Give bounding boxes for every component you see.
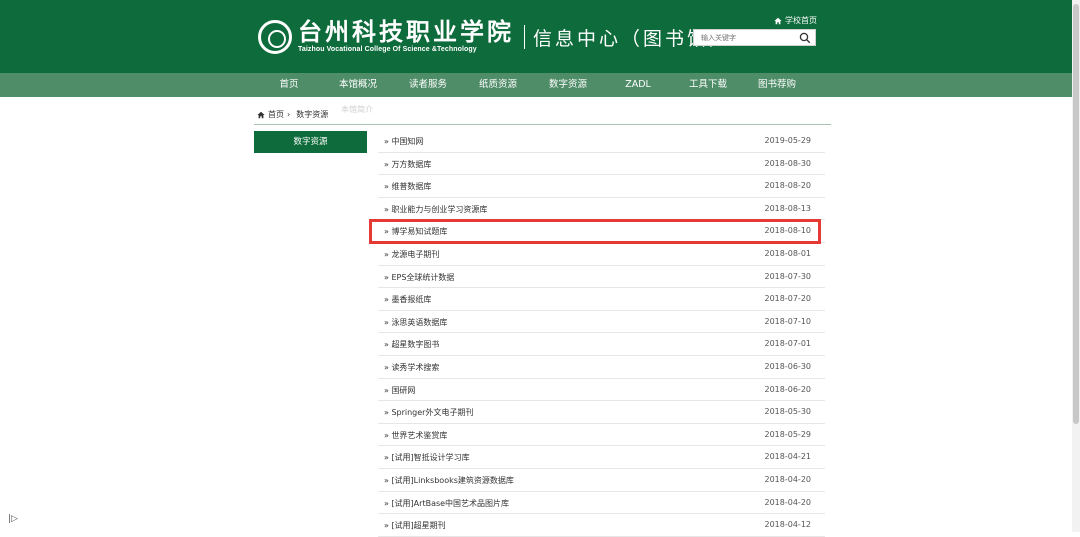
search-box bbox=[693, 29, 816, 46]
list-item-date: 2018-07-30 bbox=[764, 271, 812, 281]
logo-english-name: Taizhou Vocational College Of Science &T… bbox=[298, 46, 477, 53]
list-item-title[interactable]: » [试用]ArtBase中国艺术品图片库 bbox=[384, 498, 509, 509]
list-item-title[interactable]: » Springer外文电子期刊 bbox=[384, 407, 473, 418]
list-item[interactable]: » [试用]Linksbooks建筑资源数据库 2018-04-20 bbox=[378, 469, 825, 492]
list-item[interactable]: » 维普数据库 2018-08-20 bbox=[378, 175, 825, 198]
list-item-title[interactable]: » 万方数据库 bbox=[384, 159, 431, 170]
list-item-date: 2018-04-20 bbox=[764, 497, 812, 507]
list-item-title[interactable]: » 职业能力与创业学习资源库 bbox=[384, 204, 487, 215]
list-item-date: 2018-08-01 bbox=[764, 248, 812, 258]
list-item-title[interactable]: » [试用]超星期刊 bbox=[384, 520, 446, 531]
nav-item-print-resources[interactable]: 纸质资源 bbox=[463, 73, 533, 97]
sidebar-toggle-icon[interactable]: |▷ bbox=[8, 514, 18, 524]
nav-item-about[interactable]: 本馆概况 bbox=[323, 73, 393, 97]
list-item[interactable]: » 超星数字图书 2018-07-01 bbox=[378, 333, 825, 356]
school-home-label: 学校首页 bbox=[785, 16, 817, 25]
list-item-title[interactable]: » [试用]智抵设计学习库 bbox=[384, 452, 470, 463]
list-item-date: 2018-04-21 bbox=[764, 452, 812, 462]
list-item-title[interactable]: » 泳思英语数据库 bbox=[384, 317, 447, 328]
list-item-title[interactable]: » 世界艺术鉴赏库 bbox=[384, 430, 447, 441]
list-item-date: 2018-04-12 bbox=[764, 520, 812, 530]
logo-divider bbox=[524, 25, 525, 49]
nav-item-zadl[interactable]: ZADL bbox=[603, 73, 673, 97]
list-item[interactable]: » 万方数据库 2018-08-30 bbox=[378, 153, 825, 176]
list-item-date: 2018-08-20 bbox=[764, 181, 812, 191]
nav-item-home[interactable]: 首页 bbox=[254, 73, 324, 97]
list-item-date: 2018-04-20 bbox=[764, 474, 812, 484]
breadcrumb-ghost-text: 本馆简介 bbox=[341, 105, 373, 114]
list-item-title[interactable]: » 墨香报纸库 bbox=[384, 294, 431, 305]
list-item-title[interactable]: » 中国知网 bbox=[384, 136, 423, 147]
breadcrumb-separator: › bbox=[287, 110, 291, 119]
search-icon[interactable] bbox=[799, 32, 811, 44]
highlight-box bbox=[369, 219, 821, 244]
school-home-link[interactable]: 学校首页 bbox=[774, 15, 817, 26]
list-item-date: 2018-05-29 bbox=[764, 429, 812, 439]
list-item-date: 2018-07-20 bbox=[764, 294, 812, 304]
breadcrumb-home-link[interactable]: 首页 bbox=[268, 109, 284, 120]
list-item-title[interactable]: » EPS全球统计数据 bbox=[384, 272, 454, 283]
list-item-date: 2018-06-20 bbox=[764, 384, 812, 394]
list-item[interactable]: » Springer外文电子期刊 2018-05-30 bbox=[378, 401, 825, 424]
list-item[interactable]: » EPS全球统计数据 2018-07-30 bbox=[378, 266, 825, 289]
list-item[interactable]: » [试用]超星期刊 2018-04-12 bbox=[378, 514, 825, 537]
main-nav: 首页 本馆概况 读者服务 纸质资源 数字资源 ZADL 工具下载 图书荐购 bbox=[0, 73, 1080, 97]
nav-item-tool-downloads[interactable]: 工具下载 bbox=[673, 73, 743, 97]
nav-item-reader-services[interactable]: 读者服务 bbox=[393, 73, 463, 97]
list-item[interactable]: » 读秀学术搜索 2018-06-30 bbox=[378, 356, 825, 379]
home-icon bbox=[774, 17, 782, 24]
list-item-title[interactable]: » 维普数据库 bbox=[384, 181, 431, 192]
list-item-date: 2018-06-30 bbox=[764, 361, 812, 371]
seal-logo-icon bbox=[258, 20, 292, 54]
logo-chinese-name: 台州科技职业学院 bbox=[298, 17, 514, 46]
site-logo[interactable]: 台州科技职业学院 Taizhou Vocational College Of S… bbox=[258, 16, 731, 58]
search-input[interactable] bbox=[694, 30, 801, 45]
list-item-title[interactable]: » [试用]Linksbooks建筑资源数据库 bbox=[384, 475, 514, 486]
nav-item-digital-resources[interactable]: 数字资源 bbox=[533, 73, 603, 97]
list-item-date: 2018-08-13 bbox=[764, 203, 812, 213]
scrollbar-thumb[interactable] bbox=[1073, 4, 1079, 424]
list-item-title[interactable]: » 读秀学术搜索 bbox=[384, 362, 439, 373]
resource-list: » 中国知网 2019-05-29 » 万方数据库 2018-08-30 » 维普数… bbox=[378, 130, 825, 537]
sidebar-title[interactable]: 数字资源 bbox=[254, 131, 367, 153]
breadcrumb: 首页 › 数字资源 bbox=[257, 109, 328, 120]
list-item[interactable]: » 世界艺术鉴赏库 2018-05-29 bbox=[378, 424, 825, 447]
list-item-date: 2018-05-30 bbox=[764, 407, 812, 417]
list-item[interactable]: » 中国知网 2019-05-29 bbox=[378, 130, 825, 153]
list-item-title[interactable]: » 国研网 bbox=[384, 385, 415, 396]
list-item[interactable]: » 泳思英语数据库 2018-07-10 bbox=[378, 311, 825, 334]
list-item-title[interactable]: » 超星数字图书 bbox=[384, 339, 439, 350]
breadcrumb-current[interactable]: 数字资源 bbox=[296, 109, 328, 120]
site-header: 台州科技职业学院 Taizhou Vocational College Of S… bbox=[0, 0, 1080, 73]
list-item[interactable]: » 职业能力与创业学习资源库 2018-08-13 bbox=[378, 198, 825, 221]
list-item[interactable]: » [试用]ArtBase中国艺术品图片库 2018-04-20 bbox=[378, 492, 825, 515]
list-item-date: 2018-07-10 bbox=[764, 316, 812, 326]
list-item-title[interactable]: » 龙源电子期刊 bbox=[384, 249, 439, 260]
list-item[interactable]: » [试用]智抵设计学习库 2018-04-21 bbox=[378, 446, 825, 469]
list-item[interactable]: » 国研网 2018-06-20 bbox=[378, 379, 825, 402]
nav-item-book-recommend[interactable]: 图书荐购 bbox=[742, 73, 812, 97]
list-item[interactable]: » 墨香报纸库 2018-07-20 bbox=[378, 288, 825, 311]
breadcrumb-divider bbox=[254, 124, 831, 125]
list-item-date: 2019-05-29 bbox=[764, 136, 812, 145]
list-item[interactable]: » 龙源电子期刊 2018-08-01 bbox=[378, 243, 825, 266]
list-item-date: 2018-08-30 bbox=[764, 158, 812, 168]
list-item-date: 2018-07-01 bbox=[764, 339, 812, 349]
home-icon bbox=[257, 111, 265, 118]
